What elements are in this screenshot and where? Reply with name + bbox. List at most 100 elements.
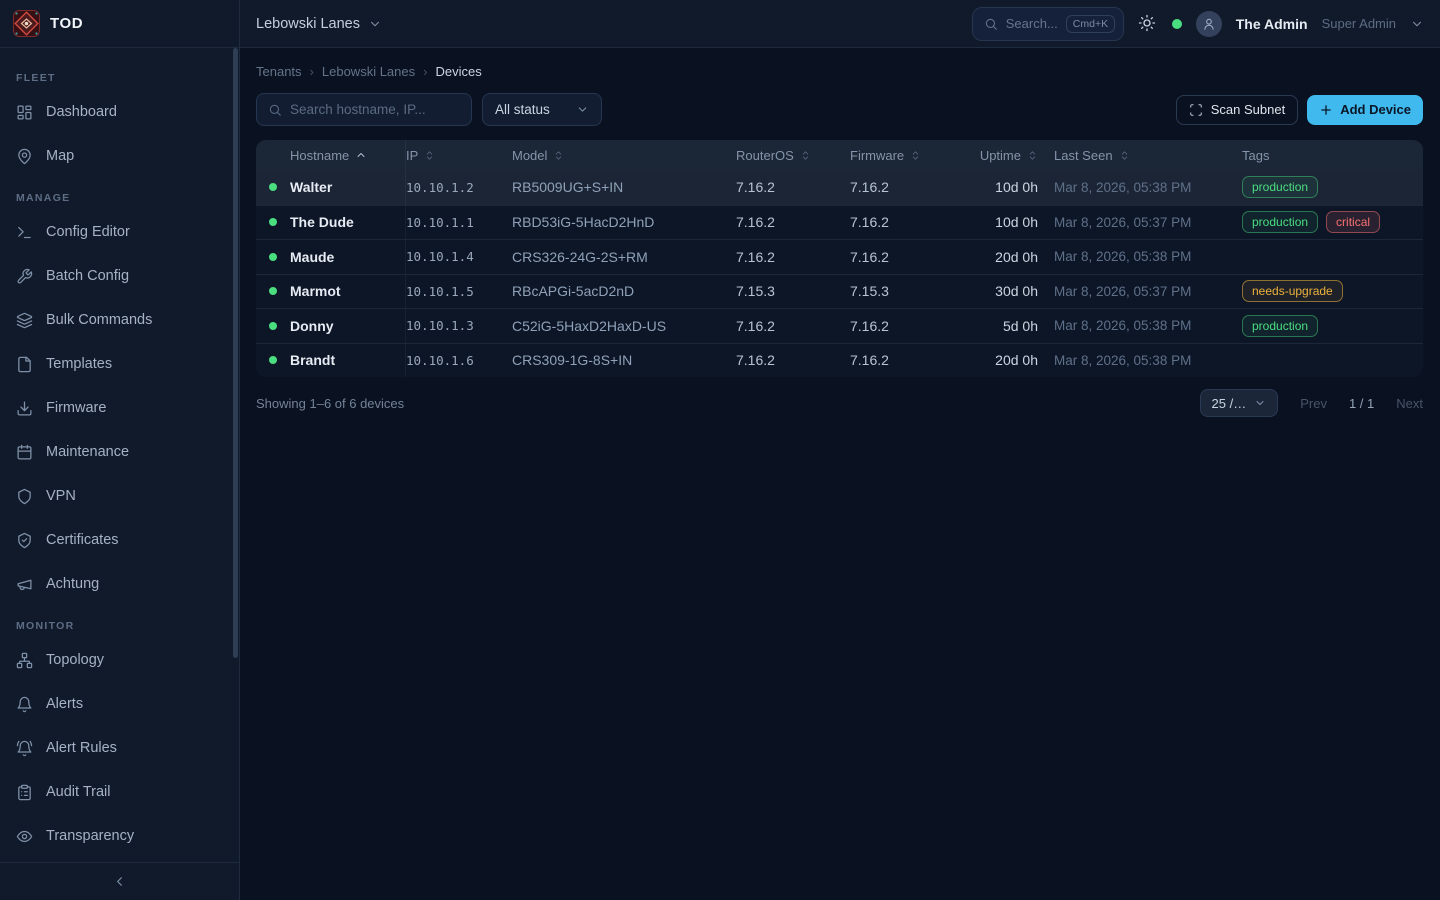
cell-last-seen: Mar 8, 2026, 05:38 PM [1038,353,1234,368]
table-row[interactable]: Marmot 10.10.1.5 RBcAPGi-5acD2nD 7.15.3 … [256,274,1423,309]
cell-last-seen: Mar 8, 2026, 05:38 PM [1038,318,1234,333]
scan-subnet-button[interactable]: Scan Subnet [1176,95,1298,125]
cell-firmware: 7.15.3 [850,283,950,299]
tag-needs-upgrade: needs-upgrade [1242,280,1343,302]
bell-ring-icon [16,740,33,757]
sidebar-item-batch-config[interactable]: Batch Config [10,256,229,296]
sidebar-item-label: Certificates [46,532,119,548]
sidebar-item-achtung[interactable]: Achtung [10,564,229,604]
nav-section-monitor: MONITOR [16,620,223,632]
cell-status [256,287,290,295]
shield-check-icon [16,532,33,549]
megaphone-icon [16,576,33,593]
status-online-dot [269,253,277,261]
table-footer: Showing 1–6 of 6 devices 25 /… Prev 1 / … [256,389,1423,417]
wrench-icon [16,268,33,285]
add-device-button[interactable]: Add Device [1307,95,1423,125]
table-row[interactable]: Donny 10.10.1.3 C52iG-5HaxD2HaxD-US 7.16… [256,308,1423,343]
cell-hostname: Brandt [290,344,406,378]
cell-hostname: Maude [290,240,406,274]
sidebar-item-transparency[interactable]: Transparency [10,816,229,856]
chevron-down-icon [576,103,589,116]
header-ip[interactable]: IP [406,148,512,163]
header-routeros[interactable]: RouterOS [736,148,850,163]
sidebar-item-vpn[interactable]: VPN [10,476,229,516]
header-label: Hostname [290,148,349,163]
device-search-placeholder: Search hostname, IP... [290,102,426,117]
eye-icon [16,828,33,845]
user-name: The Admin [1236,16,1308,32]
user-role: Super Admin [1322,16,1396,31]
topbar: Lebowski Lanes Search... Cmd+K The Admin… [240,0,1440,48]
next-page-button[interactable]: Next [1396,396,1423,411]
cell-uptime: 5d 0h [950,318,1038,334]
header-firmware[interactable]: Firmware [850,148,950,163]
shortcut-badge: Cmd+K [1066,15,1115,33]
sidebar-item-dashboard[interactable]: Dashboard [10,92,229,132]
chevron-down-icon [368,17,382,31]
sidebar-item-maintenance[interactable]: Maintenance [10,432,229,472]
device-search-input[interactable]: Search hostname, IP... [256,93,472,126]
sidebar-item-label: Topology [46,652,104,668]
header-model[interactable]: Model [512,148,736,163]
cell-status [256,183,290,191]
sidebar-item-firmware[interactable]: Firmware [10,388,229,428]
cell-ip: 10.10.1.6 [406,353,512,368]
prev-page-button[interactable]: Prev [1300,396,1327,411]
sidebar-nav: FLEET Dashboard Map MANAGE Config Editor… [0,48,239,862]
theme-toggle-button[interactable] [1138,14,1158,34]
status-online-dot [269,287,277,295]
cell-last-seen: Mar 8, 2026, 05:38 PM [1038,249,1234,264]
user-menu-chevron-icon[interactable] [1410,17,1424,31]
global-search-placeholder: Search... [1006,16,1058,31]
sidebar-item-config-editor[interactable]: Config Editor [10,212,229,252]
status-filter-value: All status [495,102,550,117]
cell-last-seen: Mar 8, 2026, 05:38 PM [1038,180,1234,195]
breadcrumb-separator: › [310,64,314,79]
cell-ip: 10.10.1.2 [406,180,512,195]
breadcrumb-tenant-name[interactable]: Lebowski Lanes [322,64,415,79]
sidebar-item-map[interactable]: Map [10,136,229,176]
global-search[interactable]: Search... Cmd+K [972,7,1124,41]
sidebar-item-alert-rules[interactable]: Alert Rules [10,728,229,768]
table-row[interactable]: Brandt 10.10.1.6 CRS309-1G-8S+IN 7.16.2 … [256,343,1423,378]
devices-table: Hostname IP Model RouterOS [256,140,1423,377]
sidebar-item-bulk-commands[interactable]: Bulk Commands [10,300,229,340]
sidebar-item-label: Alert Rules [46,740,117,756]
cell-uptime: 20d 0h [950,352,1038,368]
sidebar-item-alerts[interactable]: Alerts [10,684,229,724]
status-filter-select[interactable]: All status [482,93,602,126]
sidebar-item-label: Audit Trail [46,784,110,800]
sidebar-item-label: VPN [46,488,76,504]
cell-firmware: 7.16.2 [850,318,950,334]
header-last-seen[interactable]: Last Seen [1038,148,1234,163]
breadcrumb-current: Devices [435,64,481,79]
sidebar-item-label: Transparency [46,828,134,844]
breadcrumb-tenants[interactable]: Tenants [256,64,302,79]
file-icon [16,356,33,373]
header-uptime[interactable]: Uptime [950,148,1038,163]
avatar[interactable] [1196,11,1222,37]
header-hostname[interactable]: Hostname [290,140,406,170]
map-pin-icon [16,148,33,165]
app-root: TOD FLEET Dashboard Map MANAGE Config Ed… [0,0,1440,900]
sidebar-scrollbar[interactable] [233,48,238,658]
table-row[interactable]: The Dude 10.10.1.1 RBD53iG-5HacD2HnD 7.1… [256,205,1423,240]
cell-last-seen: Mar 8, 2026, 05:37 PM [1038,284,1234,299]
sort-icon [1119,150,1130,161]
sidebar-item-topology[interactable]: Topology [10,640,229,680]
sidebar-item-label: Achtung [46,576,99,592]
cell-firmware: 7.16.2 [850,249,950,265]
sidebar-item-audit-trail[interactable]: Audit Trail [10,772,229,812]
shield-icon [16,488,33,505]
tenant-switcher[interactable]: Lebowski Lanes [256,16,382,32]
sidebar-item-templates[interactable]: Templates [10,344,229,384]
sidebar-item-certificates[interactable]: Certificates [10,520,229,560]
network-icon [16,652,33,669]
cell-uptime: 10d 0h [950,214,1038,230]
page-size-select[interactable]: 25 /… [1200,389,1279,417]
table-row[interactable]: Walter 10.10.1.2 RB5009UG+S+IN 7.16.2 7.… [256,170,1423,205]
table-row[interactable]: Maude 10.10.1.4 CRS326-24G-2S+RM 7.16.2 … [256,239,1423,274]
cell-routeros: 7.15.3 [736,283,850,299]
collapse-sidebar-button[interactable] [0,862,239,900]
